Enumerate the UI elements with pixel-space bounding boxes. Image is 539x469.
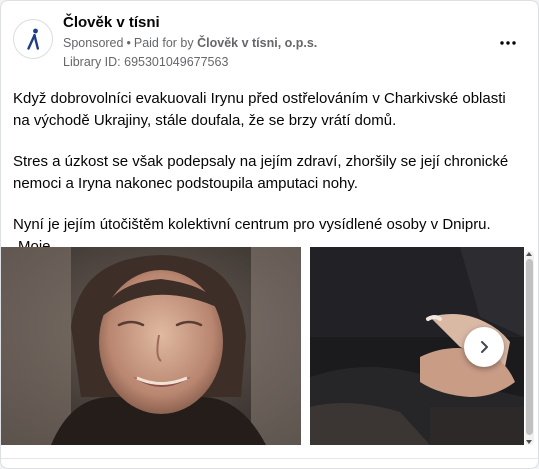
page-avatar[interactable] [13, 19, 53, 59]
scroll-down-arrow-icon[interactable] [526, 440, 532, 444]
card-divider [1, 458, 538, 459]
paid-for-entity: Člověk v tísni, o.p.s. [197, 36, 318, 50]
sponsored-line: Sponsored • Paid for by Člověk v tísni, o.… [63, 34, 317, 52]
more-horizontal-icon [500, 41, 516, 45]
scroll-up-arrow-icon[interactable] [526, 252, 532, 256]
sponsored-label[interactable]: Sponsored [63, 36, 123, 50]
ad-card: Člověk v tísni Sponsored • Paid for by Člo… [0, 0, 539, 469]
carousel-next-button[interactable] [464, 327, 504, 367]
page-name-link[interactable]: Člověk v tísni [63, 13, 317, 33]
media-carousel [1, 247, 538, 447]
post-paragraph-2: Stres a úzkost se však podepsaly na její… [13, 153, 509, 192]
clovek-v-tisni-logo-icon [27, 28, 39, 50]
post-paragraph-1: Když dobrovolníci evakuovali Irynu před … [13, 90, 506, 129]
carousel-slide-woman-portrait[interactable] [1, 247, 301, 445]
chevron-right-icon [481, 341, 488, 353]
separator-dot: • [126, 36, 131, 50]
woman-portrait-image [1, 247, 301, 445]
post-meta: Člověk v tísni Sponsored • Paid for by Člo… [63, 13, 317, 71]
more-options-button[interactable] [490, 31, 526, 55]
post-header: Člověk v tísni Sponsored • Paid for by Člo… [13, 13, 526, 73]
library-id: Library ID: 695301049677563 [63, 55, 229, 69]
paid-for-prefix: Paid for by [133, 36, 194, 50]
carousel-scrollbar[interactable] [525, 251, 534, 445]
scrollbar-thumb[interactable] [526, 259, 533, 435]
